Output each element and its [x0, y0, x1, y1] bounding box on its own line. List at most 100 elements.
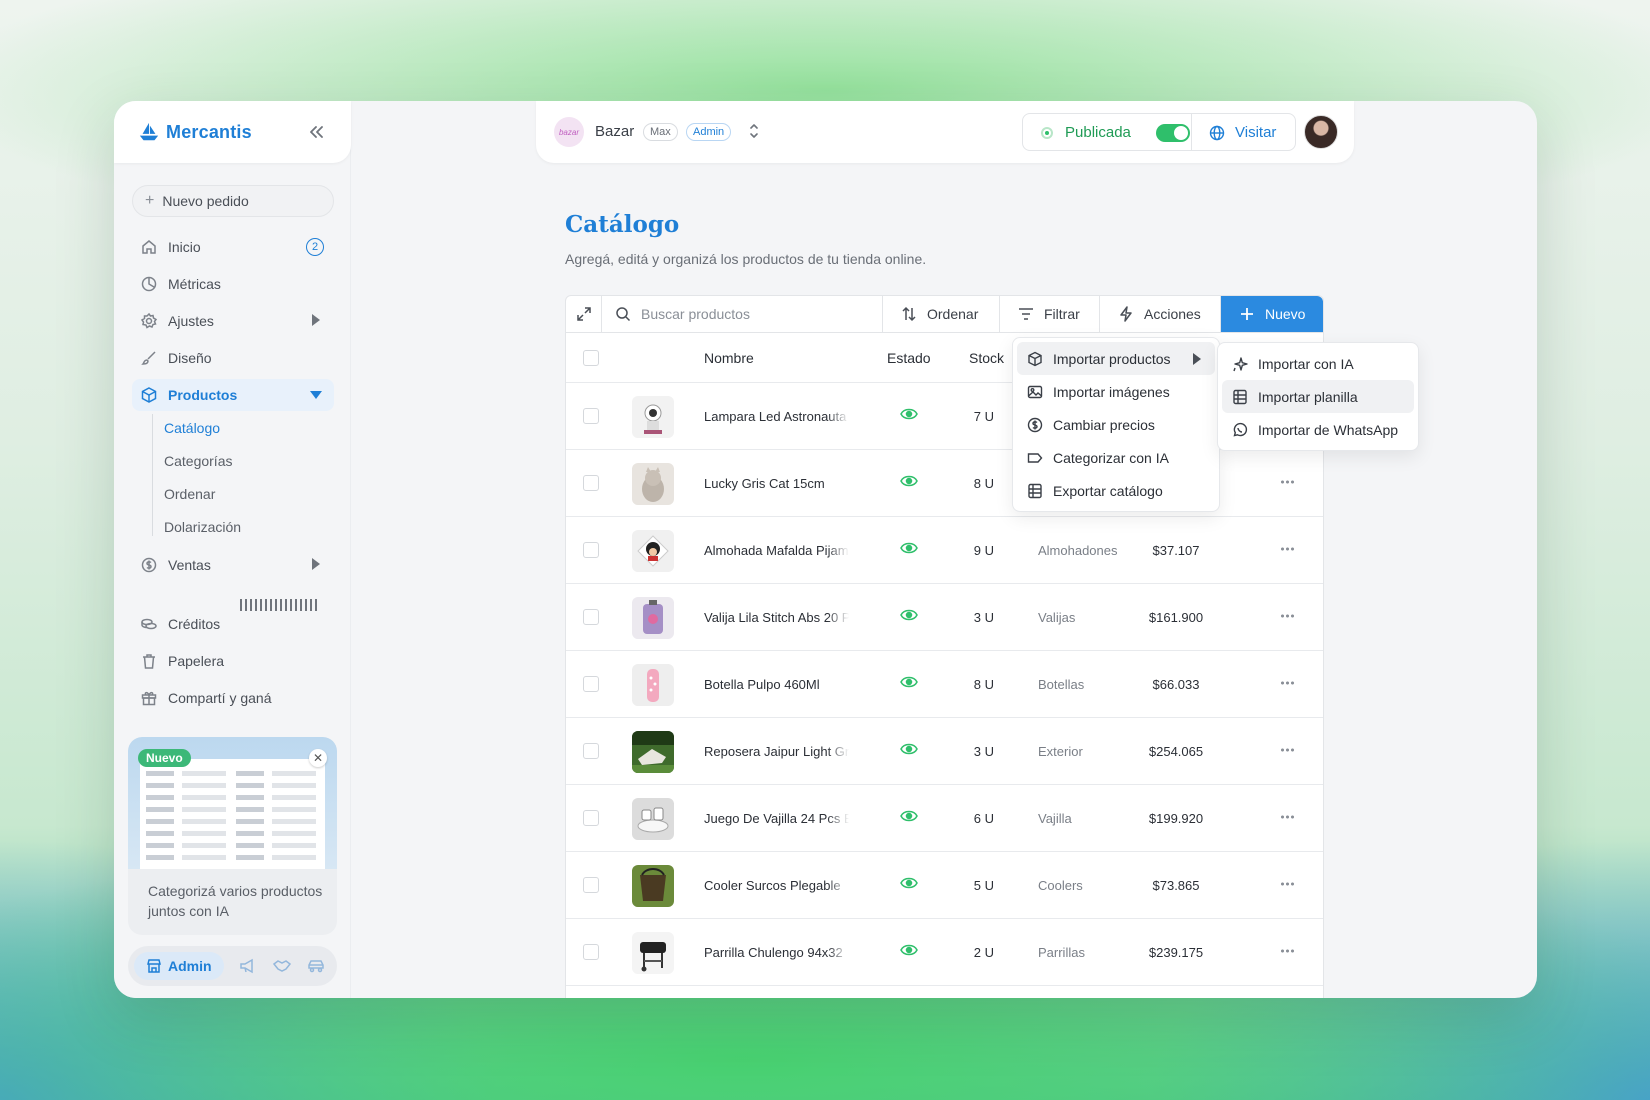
sidebar-item-ventas[interactable]: Ventas: [132, 549, 334, 581]
more-options-icon[interactable]: [1280, 480, 1296, 484]
promo-text: Categorizá varios productos juntos con I…: [148, 883, 323, 919]
menu-item-cambiar-precios[interactable]: Cambiar precios: [1017, 408, 1215, 441]
menu-item-importar-productos[interactable]: Importar productos: [1017, 342, 1215, 375]
visible-eye-icon[interactable]: [900, 474, 918, 488]
user-avatar[interactable]: [1304, 115, 1338, 149]
product-name: Lampara Led Astronauta: [704, 409, 847, 424]
app-window: Mercantis + Nuevo pedido Inicio 2 Métric…: [114, 101, 1537, 998]
menu-item-categorizar[interactable]: Categorizar con IA: [1017, 441, 1215, 474]
publish-toggle[interactable]: [1156, 124, 1190, 142]
sidebar-subitem-catalogo[interactable]: Catálogo: [164, 420, 220, 436]
row-checkbox[interactable]: [583, 609, 599, 625]
visible-eye-icon[interactable]: [900, 675, 918, 689]
table-row[interactable]: Botella Pulpo 460Ml 8 U Botellas $66.033: [566, 651, 1323, 718]
select-all-checkbox[interactable]: [583, 350, 599, 366]
menu-item-importar-imagenes[interactable]: Importar imágenes: [1017, 375, 1215, 408]
table-row[interactable]: Reposera Jaipur Light Gris 3 U Exterior …: [566, 718, 1323, 785]
row-checkbox[interactable]: [583, 810, 599, 826]
pie-chart-icon: [141, 276, 157, 292]
sort-button[interactable]: Ordenar: [883, 296, 1000, 332]
submenu-guide-line: [152, 414, 153, 536]
menu-item-importar-whatsapp[interactable]: Importar de WhatsApp: [1222, 413, 1414, 446]
page-subtitle: Agregá, editá y organizá los productos d…: [565, 251, 927, 267]
sidebar-item-label: Papelera: [168, 653, 225, 669]
row-checkbox[interactable]: [583, 944, 599, 960]
visible-eye-icon[interactable]: [900, 407, 918, 421]
menu-item-label: Importar de WhatsApp: [1258, 421, 1399, 438]
visible-eye-icon[interactable]: [900, 943, 918, 957]
visit-button[interactable]: Visitar: [1209, 124, 1276, 141]
brush-icon: [141, 351, 156, 365]
new-order-button[interactable]: + Nuevo pedido: [132, 185, 334, 217]
actions-button[interactable]: Acciones: [1100, 296, 1221, 332]
megaphone-icon[interactable]: [238, 956, 258, 976]
sidebar: Mercantis + Nuevo pedido Inicio 2 Métric…: [114, 101, 351, 998]
sidebar-item-ajustes[interactable]: Ajustes: [132, 305, 334, 337]
more-options-icon[interactable]: [1280, 882, 1296, 886]
filter-button[interactable]: Filtrar: [1000, 296, 1100, 332]
visible-eye-icon[interactable]: [900, 541, 918, 555]
row-checkbox[interactable]: [583, 877, 599, 893]
more-options-icon[interactable]: [1280, 949, 1296, 953]
search-input[interactable]: Buscar productos: [602, 296, 883, 332]
sidebar-item-comparti[interactable]: Compartí y ganá: [132, 682, 334, 714]
visible-eye-icon[interactable]: [900, 608, 918, 622]
sidebar-subitem-ordenar[interactable]: Ordenar: [164, 486, 215, 502]
row-checkbox[interactable]: [583, 676, 599, 692]
plan-badge: Max: [643, 123, 678, 141]
store-name[interactable]: Bazar: [595, 123, 634, 140]
visible-eye-icon[interactable]: [900, 809, 918, 823]
row-checkbox[interactable]: [583, 475, 599, 491]
mode-switcher: Admin: [128, 946, 337, 986]
table-row[interactable]: Juego De Vajilla 24 Pcs Blanco 6 U Vajil…: [566, 785, 1323, 852]
home-icon: [142, 240, 156, 254]
handshake-icon[interactable]: [272, 956, 292, 976]
sparkle-icon: [1233, 356, 1248, 371]
header-status[interactable]: Estado: [887, 350, 931, 366]
menu-item-importar-planilla[interactable]: Importar planilla: [1222, 380, 1414, 413]
more-options-icon[interactable]: [1280, 748, 1296, 752]
notification-badge: 2: [306, 238, 324, 256]
collapse-sidebar-icon[interactable]: [307, 123, 325, 141]
row-checkbox[interactable]: [583, 743, 599, 759]
more-options-icon[interactable]: [1280, 815, 1296, 819]
table-row[interactable]: Valija Lila Stitch Abs 20 Pulgadas 3 U V…: [566, 584, 1323, 651]
menu-item-label: Cambiar precios: [1053, 416, 1155, 433]
table-row[interactable]: Parrilla Chulengo 94x32 2 U Parrillas $2…: [566, 919, 1323, 986]
menu-item-importar-ia[interactable]: Importar con IA: [1222, 347, 1414, 380]
sidebar-item-productos[interactable]: Productos: [132, 379, 334, 411]
more-options-icon[interactable]: [1280, 547, 1296, 551]
gift-icon: [141, 691, 157, 706]
image-icon: [1027, 385, 1043, 398]
submenu-arrow-icon: [1193, 353, 1201, 365]
globe-icon: [1209, 125, 1225, 140]
row-checkbox[interactable]: [583, 408, 599, 424]
sidebar-item-inicio[interactable]: Inicio 2: [132, 231, 334, 263]
sidebar-item-metricas[interactable]: Métricas: [132, 268, 334, 300]
store-icon: [147, 959, 161, 973]
row-checkbox[interactable]: [583, 542, 599, 558]
header-stock[interactable]: Stock: [969, 350, 1004, 366]
more-options-icon[interactable]: [1280, 614, 1296, 618]
mode-admin-label: Admin: [168, 958, 212, 974]
car-icon[interactable]: [306, 956, 326, 976]
visible-eye-icon[interactable]: [900, 876, 918, 890]
table-row[interactable]: Almohada Mafalda Pijama 9 U Almohadones …: [566, 517, 1323, 584]
store-switcher-icon[interactable]: [749, 122, 759, 140]
visible-eye-icon[interactable]: [900, 742, 918, 756]
header-name[interactable]: Nombre: [704, 350, 754, 366]
close-icon[interactable]: ✕: [309, 749, 327, 767]
table-row[interactable]: Cooler Surcos Plegable 5 U Coolers $73.8…: [566, 852, 1323, 919]
sidebar-item-creditos[interactable]: Créditos: [132, 608, 334, 640]
menu-item-exportar[interactable]: Exportar catálogo: [1017, 474, 1215, 507]
more-options-icon[interactable]: [1280, 681, 1296, 685]
promo-card[interactable]: Nuevo ✕ Categorizá varios productos junt…: [128, 737, 337, 935]
sidebar-subitem-categorias[interactable]: Categorías: [164, 453, 232, 469]
mode-admin-button[interactable]: Admin: [134, 952, 224, 980]
store-logo: bazar: [554, 117, 584, 147]
sidebar-item-papelera[interactable]: Papelera: [132, 645, 334, 677]
expand-button[interactable]: [566, 296, 602, 332]
new-product-button[interactable]: Nuevo: [1221, 296, 1323, 332]
sidebar-subitem-dolarizacion[interactable]: Dolarización: [164, 519, 241, 535]
sidebar-item-diseno[interactable]: Diseño: [132, 342, 334, 374]
